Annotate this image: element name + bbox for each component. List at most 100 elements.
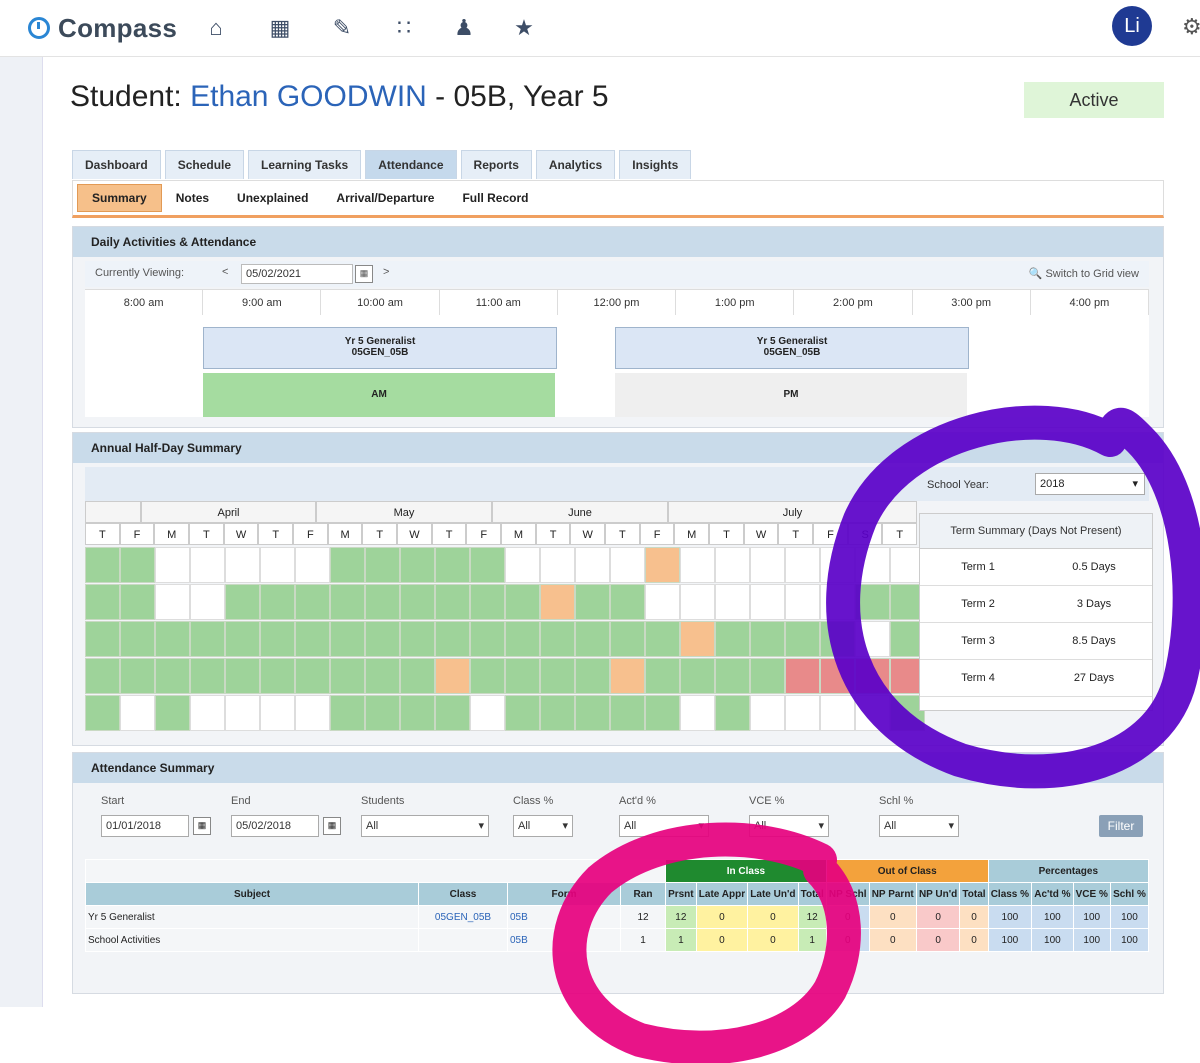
calendar-day-cell[interactable] [750,695,785,731]
tab-analytics[interactable]: Analytics [535,150,616,179]
subtab-summary[interactable]: Summary [77,184,162,212]
calendar-day-cell[interactable] [715,547,750,583]
calendar-day-cell[interactable] [470,658,505,694]
calendar-day-cell[interactable] [610,695,645,731]
calendar-day-cell[interactable] [575,621,610,657]
col-np-parent[interactable]: NP Parnt [868,882,917,906]
calendar-day-cell[interactable] [855,547,890,583]
calendar-day-cell[interactable] [470,621,505,657]
class-block-am[interactable]: Yr 5 Generalist 05GEN_05B [203,327,557,369]
calendar-day-cell[interactable] [645,584,680,620]
calendar-day-cell[interactable] [225,621,260,657]
people-icon[interactable]: ♟ [450,14,478,42]
col-ran[interactable]: Ran [620,882,666,906]
col-form[interactable]: Form [507,882,621,906]
calendar-day-cell[interactable] [120,621,155,657]
calendar-day-cell[interactable] [470,584,505,620]
table-row[interactable]: Yr 5 Generalist 05GEN_05B 05B 12 12 0 0 … [85,905,1150,929]
calendar-day-cell[interactable] [680,695,715,731]
calendar-day-cell[interactable] [855,584,890,620]
calendar-day-cell[interactable] [155,621,190,657]
calendar-day-cell[interactable] [715,621,750,657]
pencil-icon[interactable]: ✎ [328,14,356,42]
cell-form-link[interactable]: 05B [507,905,621,929]
actd-pct-select[interactable]: All ▾ [619,815,709,837]
grid-icon[interactable]: ∷ [390,14,418,42]
calendar-day-cell[interactable] [470,695,505,731]
table-row[interactable]: School Activities 05B 1 1 0 0 1 0 0 0 0 … [85,928,1150,952]
calendar-day-cell[interactable] [540,621,575,657]
calendar-day-cell[interactable] [190,695,225,731]
calendar-day-cell[interactable] [575,658,610,694]
calendar-day-cell[interactable] [260,584,295,620]
calendar-day-cell[interactable] [225,584,260,620]
col-actd-pct[interactable]: Ac'td % [1031,882,1074,906]
calendar-day-cell[interactable] [750,584,785,620]
calendar-day-cell[interactable] [260,547,295,583]
calendar-day-cell[interactable] [295,621,330,657]
calendar-day-cell[interactable] [715,695,750,731]
col-in-class-total[interactable]: Total [797,882,827,906]
user-avatar[interactable]: Li [1112,6,1152,46]
calendar-day-cell[interactable] [400,621,435,657]
calendar-day-cell[interactable] [645,621,680,657]
calendar-day-cell[interactable] [680,547,715,583]
calendar-day-cell[interactable] [400,547,435,583]
calendar-day-cell[interactable] [505,695,540,731]
col-np-school[interactable]: NP Schl [825,882,870,906]
start-calendar-icon[interactable]: ▦ [193,817,211,835]
calendar-day-cell[interactable] [785,695,820,731]
calendar-day-cell[interactable] [750,658,785,694]
col-subject[interactable]: Subject [85,882,419,906]
tab-dashboard[interactable]: Dashboard [72,150,161,179]
calendar-day-cell[interactable] [785,621,820,657]
calendar-day-cell[interactable] [120,695,155,731]
calendar-day-cell[interactable] [330,658,365,694]
col-class-pct[interactable]: Class % [987,882,1033,906]
calendar-day-cell[interactable] [85,695,120,731]
calendar-day-cell[interactable] [610,621,645,657]
home-icon[interactable]: ⌂ [202,14,230,42]
calendar-day-cell[interactable] [505,584,540,620]
vce-pct-select[interactable]: All ▾ [749,815,829,837]
calendar-day-cell[interactable] [85,621,120,657]
calendar-day-cell[interactable] [505,621,540,657]
calendar-day-cell[interactable] [295,695,330,731]
attendance-am[interactable]: AM [203,373,555,417]
calendar-day-cell[interactable] [820,584,855,620]
calendar-day-cell[interactable] [575,695,610,731]
calendar-day-cell[interactable] [400,584,435,620]
subtab-notes[interactable]: Notes [162,185,223,211]
subtab-full-record[interactable]: Full Record [448,185,542,211]
cell-class-link[interactable] [418,928,508,952]
calendar-day-cell[interactable] [540,695,575,731]
next-day-icon[interactable]: > [383,266,389,278]
col-late-appr[interactable]: Late Appr [695,882,749,906]
star-icon[interactable]: ★ [510,14,538,42]
calendar-day-cell[interactable] [575,547,610,583]
calendar-day-cell[interactable] [190,658,225,694]
calendar-day-cell[interactable] [365,584,400,620]
calendar-day-cell[interactable] [190,547,225,583]
calendar-day-cell[interactable] [435,547,470,583]
calendar-day-cell[interactable] [540,547,575,583]
tab-insights[interactable]: Insights [619,150,692,179]
calendar-day-cell[interactable] [855,621,890,657]
calendar-day-cell[interactable] [400,658,435,694]
col-out-total[interactable]: Total [959,882,989,906]
calendar-day-cell[interactable] [820,658,855,694]
calendar-day-cell[interactable] [120,547,155,583]
calendar-day-cell[interactable] [260,658,295,694]
calendar-day-cell[interactable] [820,695,855,731]
calendar-day-cell[interactable] [260,695,295,731]
calendar-day-cell[interactable] [680,584,715,620]
calendar-day-cell[interactable] [610,547,645,583]
calendar-day-cell[interactable] [610,658,645,694]
calendar-day-cell[interactable] [85,658,120,694]
calendar-day-cell[interactable] [260,621,295,657]
calendar-day-cell[interactable] [85,547,120,583]
school-year-select[interactable]: 2018 ▾ [1035,473,1145,495]
cell-class-link[interactable]: 05GEN_05B [418,905,508,929]
class-block-pm[interactable]: Yr 5 Generalist 05GEN_05B [615,327,969,369]
calendar-day-cell[interactable] [540,584,575,620]
